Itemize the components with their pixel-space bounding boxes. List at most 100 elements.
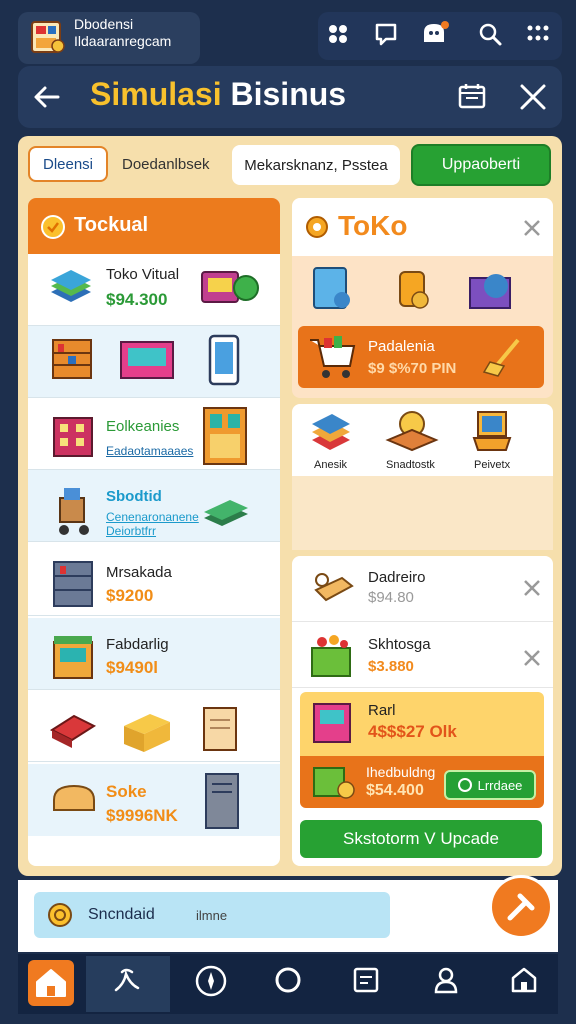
tockual-title: Tockual xyxy=(74,214,149,236)
person-icon xyxy=(434,967,458,994)
hammer-icon xyxy=(507,893,535,921)
note-card-icon xyxy=(200,702,250,752)
shop-machine-icon xyxy=(200,262,259,312)
check-circle-icon xyxy=(457,778,472,792)
scroll-icon xyxy=(308,566,356,610)
store-icon xyxy=(511,967,537,993)
search-icon[interactable] xyxy=(476,20,504,48)
compass-icon xyxy=(195,965,227,997)
coin-icon xyxy=(46,901,74,929)
building-price: $54.400 xyxy=(366,782,424,799)
cash-stack-icon xyxy=(200,494,250,544)
item-price: $9200 xyxy=(106,586,154,605)
back-arrow-icon[interactable] xyxy=(30,80,64,114)
item-name: Fabdarlig xyxy=(106,636,169,653)
tab-search-field[interactable]: Mekarsknanz, Psstea xyxy=(232,145,400,185)
item-price: $9490l xyxy=(106,658,158,677)
jar-icon xyxy=(394,264,434,314)
sandwich-icon xyxy=(384,408,440,456)
upgrade-small-button[interactable]: Lrrdaee xyxy=(444,770,536,800)
market-stall-icon xyxy=(48,628,98,679)
coin-icon xyxy=(40,214,66,240)
vending-icon xyxy=(310,700,356,746)
gear-icon xyxy=(302,212,332,242)
home-icon xyxy=(36,969,66,997)
close-icon[interactable] xyxy=(522,218,542,238)
upgrade-small-label: Lrrdaee xyxy=(477,777,523,793)
locker-icon xyxy=(202,770,252,829)
calendar-icon[interactable] xyxy=(456,80,488,112)
book-stack-icon xyxy=(46,262,96,312)
item-name: Mrsakada xyxy=(106,564,172,581)
red-box-icon xyxy=(48,704,98,754)
item-price: $9996NK xyxy=(106,806,178,825)
laptop-icon xyxy=(470,408,514,456)
supply-panel-bg xyxy=(292,476,553,550)
close-icon[interactable] xyxy=(522,578,542,598)
stacked-goods-icon xyxy=(308,410,354,456)
notification-sub: ilmne xyxy=(196,908,228,923)
shelf-unit-icon xyxy=(48,556,98,607)
nav-profile[interactable] xyxy=(430,964,462,996)
page-title: Simulasi Bisinus xyxy=(90,76,346,113)
inventory-icon xyxy=(353,967,379,993)
item-price: $94.300 xyxy=(106,290,168,309)
item-name: Toko Vitual xyxy=(106,266,180,283)
nav-inventory[interactable] xyxy=(350,964,382,996)
app-name: Dbodensi Ildaaranregcam xyxy=(74,16,171,50)
machine-icon xyxy=(466,264,518,314)
title-part2: Bisinus xyxy=(230,76,347,112)
close-icon[interactable] xyxy=(522,648,542,668)
action-fab[interactable] xyxy=(492,878,550,936)
offer-price: 4$$$27 Olk xyxy=(368,722,457,741)
tab-dleensi[interactable]: Dleensi xyxy=(28,146,108,182)
nav-circle[interactable] xyxy=(272,964,304,996)
produce-basket-icon xyxy=(308,630,356,680)
building-name: Ihedbuldng xyxy=(366,764,436,780)
freezer-icon xyxy=(310,264,354,314)
notification-text: Sncndaid xyxy=(88,906,155,923)
nav-growth[interactable] xyxy=(110,964,142,996)
promo-name: Padalenia xyxy=(368,338,435,355)
puzzle-icon[interactable] xyxy=(324,20,352,48)
item-name: Soke xyxy=(106,782,147,801)
item-name: Eolkeanies xyxy=(106,418,180,435)
building-icon xyxy=(48,406,98,457)
system-upgrade-button[interactable]: Skstotorm V Upcade xyxy=(300,820,542,858)
cart-item-name: Skhtosga xyxy=(368,636,431,653)
produce-crate-icon xyxy=(310,760,356,804)
supply-label-1: Anesik xyxy=(314,459,348,471)
app-logo-icon xyxy=(28,16,68,56)
offer-name: Rarl xyxy=(368,702,396,719)
nav-store[interactable] xyxy=(508,964,540,996)
notification-bot-icon[interactable] xyxy=(420,20,449,48)
nav-explore[interactable] xyxy=(194,964,227,997)
app-name-line2: Ildaaranregcam xyxy=(74,33,172,49)
supply-label-2: Snadtostk xyxy=(386,459,435,471)
nav-home[interactable] xyxy=(28,960,74,1006)
tablet-icon xyxy=(206,332,256,386)
close-x-icon[interactable] xyxy=(516,80,550,114)
circle-icon xyxy=(275,967,301,993)
item-sub: Eadaotamaaaes xyxy=(106,444,194,458)
toko-title: ToKo xyxy=(338,210,408,241)
grid-menu-icon[interactable] xyxy=(524,20,552,48)
upgrade-button[interactable]: Uppaoberti xyxy=(411,144,551,186)
broom-icon xyxy=(478,336,528,378)
hand-truck-icon xyxy=(50,484,100,535)
cart-item-name: Dadreiro xyxy=(368,569,426,586)
supply-label-3: Peivetx xyxy=(474,459,511,471)
chat-icon[interactable] xyxy=(372,20,400,48)
item-name: Sbodtid xyxy=(106,488,162,505)
cabinet-icon xyxy=(200,402,250,465)
crate-icon xyxy=(120,704,170,754)
bread-icon xyxy=(48,776,98,826)
title-part1: Simulasi xyxy=(90,76,222,112)
shelf-icon xyxy=(48,334,98,384)
promo-price: $9 $%70 PIN xyxy=(368,360,457,377)
tab-doedanlbsek[interactable]: Doedanlbsek xyxy=(122,156,210,173)
item-sub: Cenenaronanene Deiorbtfrr xyxy=(106,510,199,538)
cart-item-price: $94.80 xyxy=(368,589,414,606)
app-name-line1: Dbodensi xyxy=(74,16,134,32)
shopping-cart-icon xyxy=(306,330,360,382)
